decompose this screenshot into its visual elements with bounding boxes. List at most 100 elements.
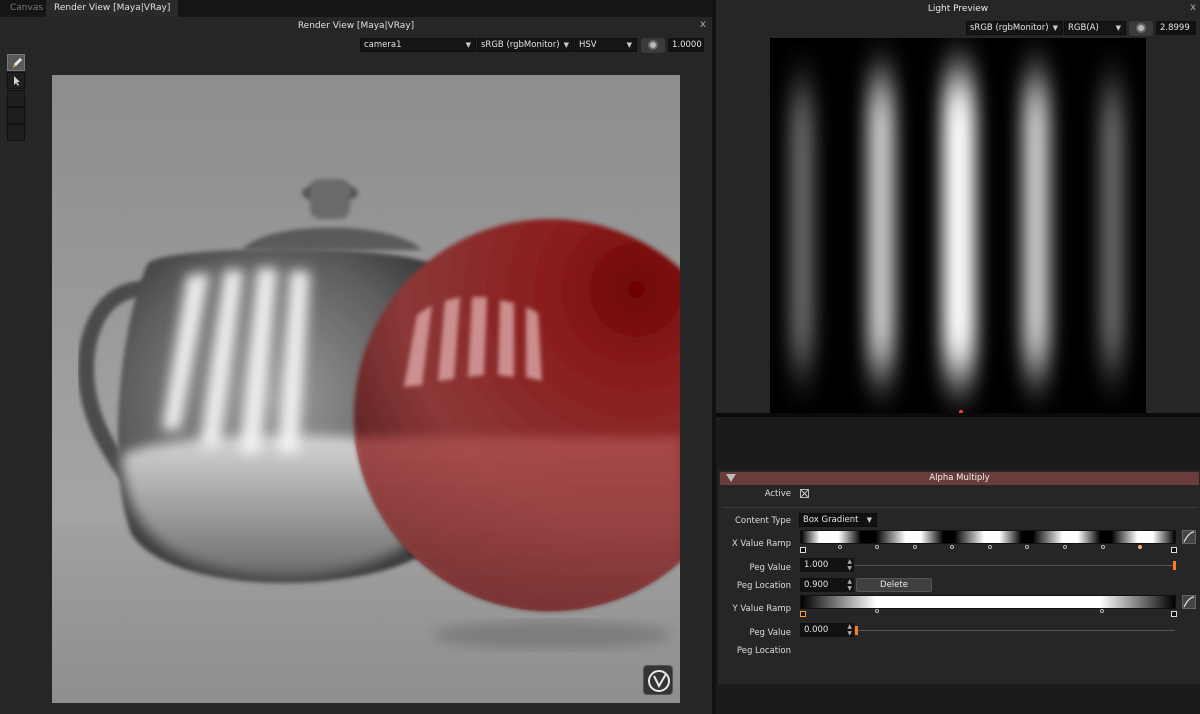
delete-button[interactable]: Delete <box>856 578 932 592</box>
spinner-arrows-icon[interactable]: ▲ ▼ <box>847 558 852 572</box>
content-type-value: Box Gradient <box>803 515 859 525</box>
ramp-peg[interactable] <box>988 545 992 549</box>
close-icon[interactable]: x <box>1190 2 1196 13</box>
ramp-peg[interactable] <box>1063 545 1067 549</box>
y-peg-value-slider-handle[interactable] <box>855 626 858 635</box>
light-stripe <box>867 78 895 373</box>
light-preview-panel: Light Preview x sRGB (rgbMonitor) ▼ RGB(… <box>716 0 1200 714</box>
exposure-dial-button[interactable] <box>641 38 665 53</box>
spinner-arrows-icon[interactable]: ▲ ▼ <box>847 578 852 592</box>
x-peg-location: 0.900 <box>804 580 829 590</box>
divider <box>722 507 1198 508</box>
ramp-peg-selected[interactable] <box>1138 545 1142 549</box>
y-peg-value-slider[interactable] <box>855 630 1175 631</box>
x-peg-value-field[interactable]: 1.000 ▲ ▼ <box>800 558 854 572</box>
ramp-peg-selected[interactable] <box>800 611 806 617</box>
ramp-peg[interactable] <box>950 545 954 549</box>
y-peg-value-label: Peg Value <box>749 628 792 638</box>
camera-select[interactable]: camera1 ▼ <box>360 38 476 52</box>
x-value-ramp-label: X Value Ramp <box>731 539 791 549</box>
tool-slot[interactable] <box>7 107 25 124</box>
select-tool-button[interactable] <box>7 72 25 89</box>
spinner-arrows-icon[interactable]: ▲ ▼ <box>847 623 852 637</box>
render-view-title: Render View [Maya|VRay] <box>297 21 415 31</box>
x-peg-value-slider[interactable] <box>855 565 1175 566</box>
lp-exposure-dial-button[interactable] <box>1129 21 1153 36</box>
light-preview-viewport <box>716 38 1200 413</box>
chevron-down-icon: ▼ <box>626 41 632 49</box>
close-icon[interactable]: x <box>698 18 708 32</box>
content-type-select[interactable]: Box Gradient ▼ <box>799 513 877 527</box>
light-preview-image <box>770 38 1146 413</box>
chevron-down-icon: ▼ <box>1052 24 1058 32</box>
brush-tool-button[interactable] <box>7 54 25 71</box>
light-stripe <box>942 73 976 378</box>
x-peg-value-slider-handle[interactable] <box>1173 561 1176 570</box>
render-image <box>52 75 680 703</box>
light-preview-toolbar: sRGB (rgbMonitor) ▼ RGB(A) ▼ 2.8999 <box>716 18 1200 38</box>
y-value-ramp[interactable] <box>800 595 1176 609</box>
lp-exposure-field[interactable]: 2.8999 <box>1156 21 1196 35</box>
camera-select-value: camera1 <box>364 40 402 50</box>
active-checkbox[interactable] <box>800 489 809 498</box>
section-header[interactable]: Alpha Multiply <box>720 472 1199 485</box>
lp-color-space-select[interactable]: sRGB (rgbMonitor) ▼ <box>966 21 1063 35</box>
x-peg-location-field[interactable]: 0.900 ▲ ▼ <box>800 578 854 592</box>
color-space-value: sRGB (rgbMonitor) <box>481 40 560 50</box>
ramp-peg[interactable] <box>875 545 879 549</box>
active-label: Active <box>764 489 791 499</box>
vray-logo-icon <box>648 670 670 692</box>
ramp-peg[interactable] <box>1101 545 1105 549</box>
ramp-peg[interactable] <box>1171 547 1177 553</box>
lp-color-space-value: sRGB (rgbMonitor) <box>970 23 1049 33</box>
light-stripe <box>790 88 814 368</box>
chevron-down-icon: ▼ <box>1115 24 1121 32</box>
chevron-down-icon: ▼ <box>866 516 872 524</box>
tab-bar: Canvas Render View [Maya|VRay] <box>0 0 712 17</box>
tool-slot[interactable] <box>7 90 25 107</box>
exposure-dial-icon <box>648 40 658 50</box>
y-peg-value-field[interactable]: 0.000 ▲ ▼ <box>800 623 854 637</box>
pointer-icon <box>14 76 20 86</box>
ramp-peg[interactable] <box>875 609 879 613</box>
exposure-field[interactable]: 1.0000 <box>668 38 704 52</box>
brush-icon <box>13 58 22 68</box>
light-preview-title: Light Preview <box>716 0 1200 18</box>
ramp-peg[interactable] <box>838 545 842 549</box>
chevron-down-icon: ▼ <box>465 41 471 49</box>
alpha-multiply-properties: Alpha Multiply Active Content Type Box G… <box>718 470 1200 684</box>
tab-render-view[interactable]: Render View [Maya|VRay] <box>46 0 179 17</box>
ramp-peg[interactable] <box>1025 545 1029 549</box>
exposure-dial-icon <box>1136 23 1146 33</box>
color-space-select[interactable]: sRGB (rgbMonitor) ▼ <box>477 38 574 52</box>
tool-slot[interactable] <box>7 124 25 141</box>
x-peg-value: 1.000 <box>804 560 829 570</box>
panel-separator <box>716 413 1200 417</box>
y-peg-location-label: Peg Location <box>736 646 791 656</box>
collapse-triangle-icon[interactable] <box>726 474 736 482</box>
tab-canvas[interactable]: Canvas <box>2 0 51 17</box>
lp-channels-select[interactable]: RGB(A) ▼ <box>1064 21 1126 35</box>
y-value-ramp-label: Y Value Ramp <box>732 604 791 614</box>
color-mode-value: HSV <box>579 40 597 50</box>
ramp-peg[interactable] <box>913 545 917 549</box>
lp-channels-value: RGB(A) <box>1068 23 1099 33</box>
vray-logo <box>643 665 673 695</box>
color-mode-select[interactable]: HSV ▼ <box>575 38 637 52</box>
curve-icon[interactable] <box>1182 595 1196 609</box>
x-value-ramp[interactable] <box>800 530 1176 544</box>
tool-strip <box>7 54 25 142</box>
light-stripe <box>1100 88 1124 368</box>
curve-icon[interactable] <box>1182 530 1196 544</box>
y-peg-value: 0.000 <box>804 625 829 635</box>
content-type-label: Content Type <box>734 516 791 526</box>
x-peg-location-label: Peg Location <box>736 581 791 591</box>
ramp-peg[interactable] <box>1100 609 1104 613</box>
x-peg-value-label: Peg Value <box>749 563 792 573</box>
render-view-panel: Canvas Render View [Maya|VRay] Render Vi… <box>0 0 712 714</box>
ramp-peg[interactable] <box>800 547 806 553</box>
light-stripe <box>1022 78 1050 373</box>
section-header-title: Alpha Multiply <box>929 473 990 483</box>
ramp-peg[interactable] <box>1171 611 1177 617</box>
chevron-down-icon: ▼ <box>563 41 569 49</box>
